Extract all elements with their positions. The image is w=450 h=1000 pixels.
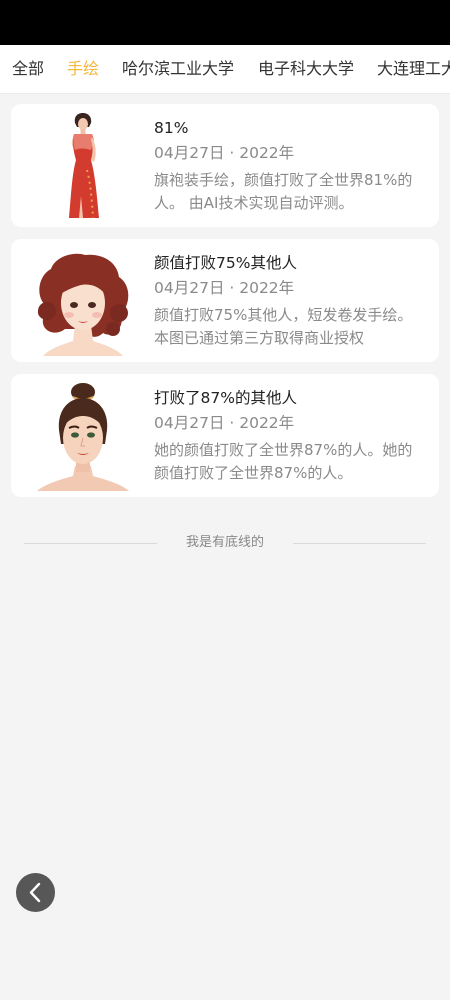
article-description: 颜值打败75%其他人，短发卷发手绘。本图已通过第三方取得商业授权 <box>154 306 413 347</box>
article-date: 04月27日 · 2022年 <box>154 279 295 297</box>
status-bar <box>0 0 450 45</box>
article-title: 81% <box>154 119 189 137</box>
article-title: 打败了87%的其他人 <box>154 389 297 407</box>
article-date: 04月27日 · 2022年 <box>154 144 295 162</box>
back-button[interactable] <box>16 873 55 912</box>
tab-hand-drawn[interactable]: 手绘 <box>67 58 99 80</box>
tab-all[interactable]: 全部 <box>12 58 44 80</box>
article-description: 旗袍装手绘，颜值打败了全世界81%的人。 由AI技术实现自动评测。 <box>154 171 413 212</box>
qipao-woman-thumbnail <box>69 113 99 219</box>
article-title: 颜值打败75%其他人 <box>154 254 297 272</box>
end-of-list-divider: 我是有底线的 <box>24 533 426 553</box>
tab-uestc[interactable]: 电子科大大学 <box>258 58 354 80</box>
tab-dalian-university-of-technology[interactable]: 大连理工大学 <box>377 58 450 80</box>
article-card[interactable]: 81% 04月27日 · 2022年 旗袍装手绘，颜值打败了全世界81%的人。 … <box>11 104 439 227</box>
chevron-left-icon <box>29 882 41 903</box>
article-date: 04月27日 · 2022年 <box>154 414 295 432</box>
tab-harbin-institute-of-technology[interactable]: 哈尔滨工业大学 <box>122 58 234 80</box>
category-tabs: 全部 手绘 哈尔滨工业大学 电子科大大学 大连理工大学 <box>0 45 450 94</box>
article-description: 她的颜值打败了全世界87%的人。她的颜值打败了全世界87%的人。 <box>154 441 413 482</box>
divider-line-right <box>293 543 426 544</box>
article-card[interactable]: 打败了87%的其他人 04月27日 · 2022年 她的颜值打败了全世界87%的… <box>11 374 439 497</box>
bun-hair-woman-thumbnail <box>37 383 129 491</box>
curly-hair-woman-thumbnail <box>37 253 129 356</box>
article-card[interactable]: 颜值打败75%其他人 04月27日 · 2022年 颜值打败75%其他人，短发卷… <box>11 239 439 362</box>
